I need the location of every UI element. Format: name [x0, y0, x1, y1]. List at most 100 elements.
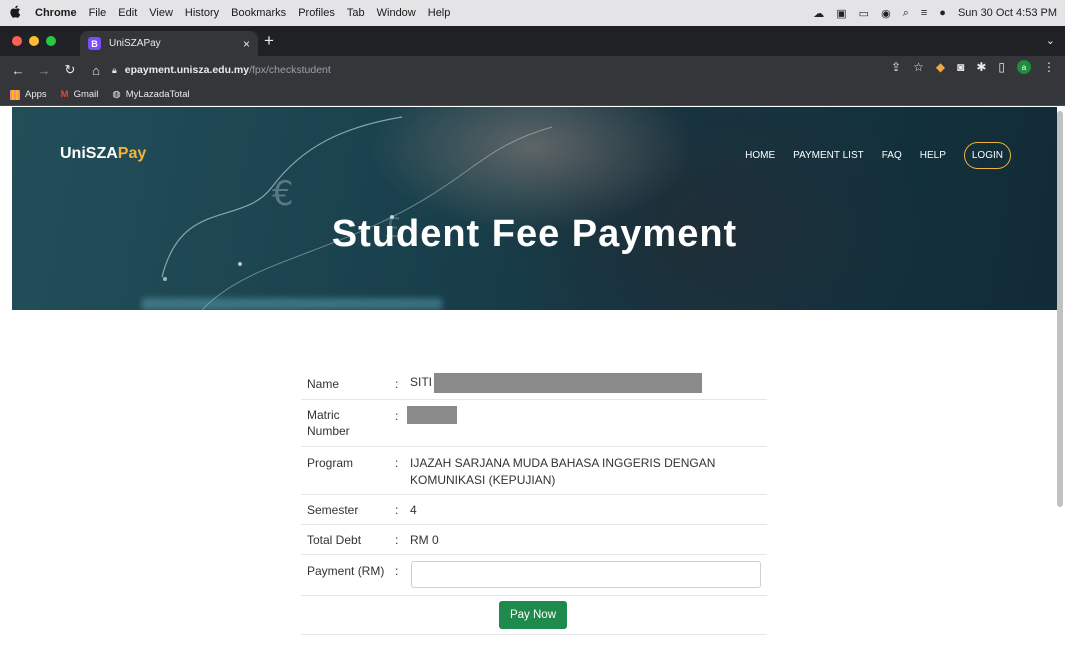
logo-accent: Pay: [117, 145, 147, 162]
minimize-window-icon[interactable]: [29, 36, 39, 46]
lock-icon[interactable]: 🔒︎: [112, 65, 117, 76]
side-panel-icon[interactable]: ▯: [998, 60, 1005, 74]
bookmark-mylazadatotal[interactable]: ◍ MyLazadaTotal: [112, 89, 189, 100]
chrome-menu-icon[interactable]: ⋮: [1043, 60, 1055, 74]
bookmark-mylazadatotal-label: MyLazadaTotal: [125, 89, 190, 100]
login-button[interactable]: LOGIN: [963, 142, 1011, 169]
menu-file[interactable]: File: [89, 7, 107, 19]
redacted-block: [434, 373, 703, 393]
nav-faq[interactable]: FAQ: [882, 150, 902, 161]
menu-view[interactable]: View: [149, 7, 173, 19]
scrollbar-thumb[interactable]: [1057, 111, 1063, 507]
favicon-icon: B: [88, 37, 101, 50]
site-logo[interactable]: UniSZAPay: [60, 145, 146, 163]
row-semester: Semester : 4: [301, 495, 767, 525]
toolbar-actions: ⇪ ☆ ◆ ◙ ✱ ▯ a ⋮: [891, 60, 1055, 74]
maximize-window-icon[interactable]: [46, 36, 56, 46]
tab-strip: B UniSZAPay × + ⌄: [0, 26, 1065, 56]
menubar-status-area: ☁ ▣ ▭ ◉ ⌕ ≡ ● Sun 30 Oct 4:53 PM: [813, 0, 1057, 26]
clock-text[interactable]: Sun 30 Oct 4:53 PM: [958, 7, 1057, 19]
semester-value: 4: [410, 503, 417, 517]
student-details-table: Name : SITI Matric Number : Program : IJA…: [301, 368, 767, 635]
apple-menu-icon[interactable]: [10, 5, 21, 21]
name-text: SITI: [410, 375, 433, 390]
semester-label: Semester: [307, 503, 359, 517]
row-name: Name : SITI: [301, 368, 767, 400]
cloud-icon[interactable]: ☁: [813, 7, 824, 20]
camera-extension-icon[interactable]: ◙: [957, 60, 964, 74]
logo-main: UniSZA: [60, 145, 118, 162]
separator: :: [395, 409, 399, 423]
page-scrollbar[interactable]: [1057, 107, 1063, 664]
separator: :: [395, 503, 399, 517]
bookmarks-bar: Apps M Gmail ◍ MyLazadaTotal: [0, 84, 1065, 106]
siri-icon[interactable]: ●: [939, 7, 946, 19]
home-icon[interactable]: ⌂: [88, 63, 104, 78]
tab-search-chevron-icon[interactable]: ⌄: [1046, 34, 1055, 47]
separator: :: [395, 377, 399, 391]
svg-text:€: €: [272, 174, 294, 214]
site-nav: HOME PAYMENT LIST FAQ HELP LOGIN: [745, 142, 1011, 169]
redacted-block: [407, 406, 457, 424]
program-value: IJAZAH SARJANA MUDA BAHASA INGGERIS DENG…: [410, 455, 715, 489]
tab-unisza-pay[interactable]: B UniSZAPay ×: [80, 31, 258, 56]
url-path: /fpx/checkstudent: [249, 64, 331, 76]
bookmark-apps[interactable]: Apps: [10, 89, 47, 100]
hero-screen-glow: [142, 298, 442, 310]
matric-label-line2: Number: [307, 424, 350, 438]
profile-avatar[interactable]: a: [1017, 60, 1031, 74]
program-line2: KOMUNIKASI (KEPUJIAN): [410, 473, 556, 487]
close-window-icon[interactable]: [12, 36, 22, 46]
menu-window[interactable]: Window: [377, 7, 416, 19]
page-title: Student Fee Payment: [331, 213, 738, 255]
bookmark-star-icon[interactable]: ☆: [913, 60, 924, 74]
gmail-icon: M: [60, 89, 69, 100]
menu-profiles[interactable]: Profiles: [298, 7, 335, 19]
total-debt-value: RM 0: [410, 533, 439, 547]
hero-decoration: € £: [161, 116, 553, 310]
back-arrow-icon[interactable]: ←: [10, 63, 26, 78]
user-icon[interactable]: ◉: [881, 7, 891, 20]
matric-value: [407, 406, 457, 424]
control-center-icon[interactable]: ≡: [921, 7, 927, 19]
row-matric: Matric Number :: [301, 400, 767, 447]
payment-amount-input[interactable]: [411, 561, 761, 588]
bookmark-gmail[interactable]: M Gmail: [61, 89, 99, 100]
separator: :: [395, 456, 399, 470]
address-bar[interactable]: 🔒︎ epayment.unisza.edu.my /fpx/checkstud…: [112, 60, 972, 80]
menu-tab[interactable]: Tab: [347, 7, 365, 19]
separator: :: [395, 564, 399, 578]
nav-payment-list[interactable]: PAYMENT LIST: [793, 150, 864, 161]
share-icon[interactable]: ⇪: [891, 60, 901, 74]
menu-edit[interactable]: Edit: [118, 7, 137, 19]
url-host: epayment.unisza.edu.my: [124, 64, 250, 76]
apps-grid-icon: [10, 89, 20, 100]
menu-bookmarks[interactable]: Bookmarks: [231, 7, 286, 19]
menu-app-name[interactable]: Chrome: [35, 7, 77, 19]
extension-shield-icon[interactable]: ◆: [936, 60, 945, 74]
menu-history[interactable]: History: [185, 7, 219, 19]
forward-arrow-icon[interactable]: →: [36, 63, 52, 78]
battery-icon[interactable]: ▭: [859, 7, 869, 20]
name-label: Name: [307, 377, 340, 391]
extensions-puzzle-icon[interactable]: ✱: [976, 60, 986, 74]
row-total-debt: Total Debt : RM 0: [301, 525, 767, 555]
reload-icon[interactable]: ↻: [62, 62, 78, 78]
table-bottom-divider: [301, 634, 767, 635]
separator: :: [395, 533, 399, 547]
display-icon[interactable]: ▣: [836, 7, 846, 20]
program-label: Program: [307, 456, 354, 470]
window-controls: [12, 36, 56, 46]
tab-close-icon[interactable]: ×: [243, 37, 250, 51]
nav-help[interactable]: HELP: [920, 150, 946, 161]
nav-home[interactable]: HOME: [745, 150, 775, 161]
menu-help[interactable]: Help: [428, 7, 451, 19]
macos-menubar: Chrome File Edit View History Bookmarks …: [0, 0, 1065, 26]
browser-toolbar: ← → ↻ ⌂ 🔒︎ epayment.unisza.edu.my /fpx/c…: [0, 56, 1065, 84]
pay-now-button[interactable]: Pay Now: [499, 601, 567, 629]
row-program: Program : IJAZAH SARJANA MUDA BAHASA ING…: [301, 447, 767, 495]
search-icon[interactable]: ⌕: [903, 7, 909, 20]
payment-label: Payment (RM): [307, 564, 385, 578]
new-tab-button[interactable]: +: [264, 31, 274, 51]
bookmark-apps-label: Apps: [25, 89, 47, 100]
